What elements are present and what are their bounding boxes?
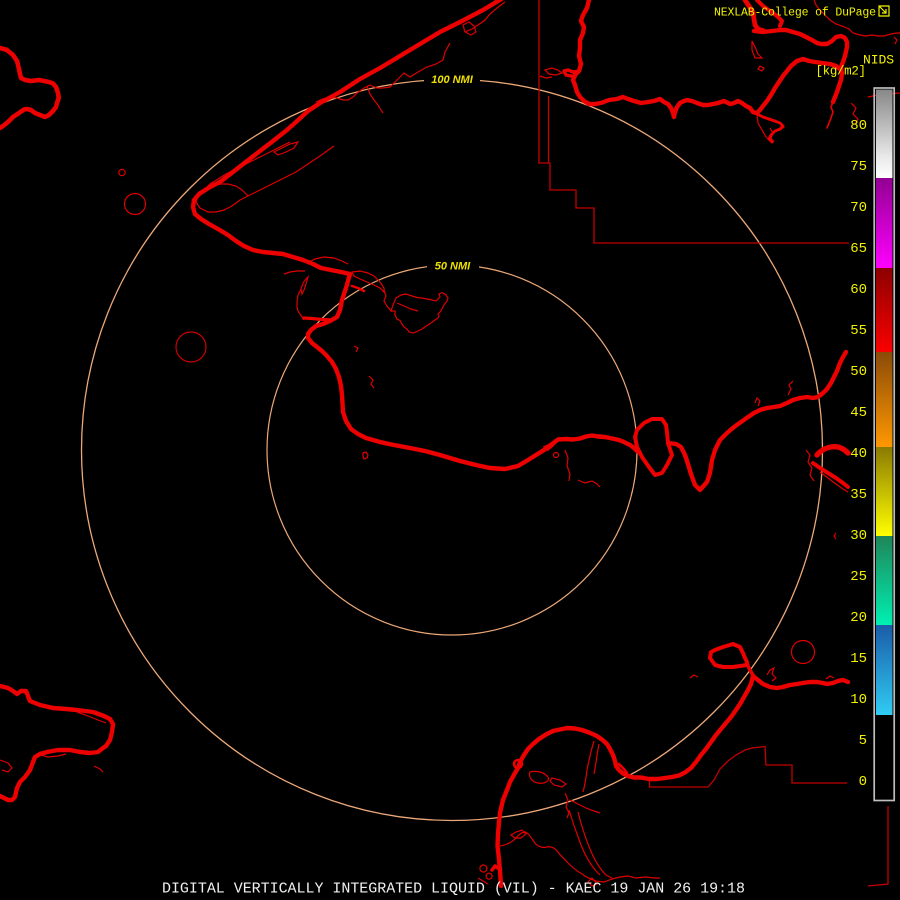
- svg-text:40: 40: [850, 446, 867, 462]
- svg-text:100 NMI: 100 NMI: [431, 74, 474, 86]
- svg-text:50 NMI: 50 NMI: [435, 261, 471, 273]
- svg-text:35: 35: [850, 487, 867, 503]
- svg-text:0: 0: [859, 774, 867, 790]
- svg-text:70: 70: [850, 200, 867, 216]
- svg-text:45: 45: [850, 405, 867, 421]
- svg-text:25: 25: [850, 569, 867, 585]
- svg-text:NIDS: NIDS: [863, 53, 894, 68]
- svg-text:20: 20: [850, 610, 867, 626]
- svg-text:5: 5: [859, 733, 867, 749]
- svg-text:DIGITAL VERTICALLY INTEGRATED: DIGITAL VERTICALLY INTEGRATED LIQUID (VI…: [162, 881, 745, 898]
- svg-text:80: 80: [850, 118, 867, 134]
- svg-text:30: 30: [850, 528, 867, 544]
- svg-text:15: 15: [850, 651, 867, 667]
- svg-text:NEXLAB-College of DuPage: NEXLAB-College of DuPage: [714, 7, 876, 20]
- svg-text:60: 60: [850, 282, 867, 298]
- svg-text:[kg/m2]: [kg/m2]: [816, 65, 867, 79]
- svg-text:50: 50: [850, 364, 867, 380]
- svg-text:10: 10: [850, 692, 867, 708]
- svg-text:65: 65: [850, 241, 867, 257]
- svg-text:75: 75: [850, 159, 867, 175]
- svg-text:55: 55: [850, 323, 867, 339]
